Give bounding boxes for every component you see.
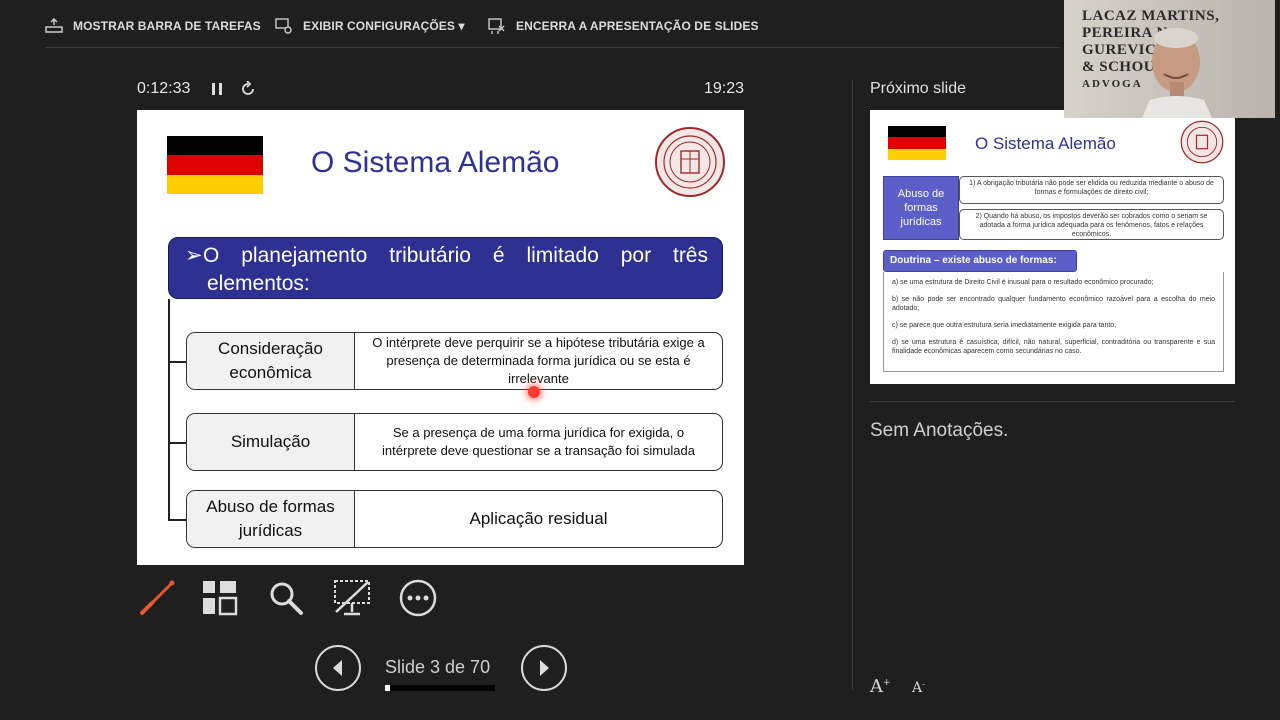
rule-box: 1) A obrigação tributária não pode ser e… xyxy=(959,176,1224,204)
doctrine-heading: Doutrina – existe abuso de formas: xyxy=(883,250,1077,272)
next-icon xyxy=(540,660,549,676)
presenter-toolbar: MOSTRAR BARRA DE TAREFAS EXIBIR CONFIGUR… xyxy=(0,0,1060,50)
notes-divider xyxy=(870,401,1235,402)
all-slides-icon xyxy=(203,581,238,616)
arrow-bullet-icon: ➢ xyxy=(185,244,203,267)
pause-icon[interactable] xyxy=(208,80,226,98)
next-slide-button[interactable] xyxy=(521,645,567,691)
connector-branch xyxy=(168,361,188,363)
clock-time: 19:23 xyxy=(703,80,744,97)
toolbar-divider xyxy=(45,47,1060,48)
pen-tool-button[interactable] xyxy=(137,578,177,618)
more-options-button[interactable] xyxy=(398,578,438,618)
presenter-image xyxy=(1142,28,1212,118)
element-description: O intérprete deve perquirir se a hipótes… xyxy=(372,335,705,386)
german-flag-image xyxy=(167,136,263,194)
abuse-label: Abuso de formas jurídicas xyxy=(883,176,959,240)
prev-icon xyxy=(333,660,342,676)
element-row: Abuso de formas jurídicas Aplicação resi… xyxy=(186,490,723,548)
pen-icon xyxy=(140,580,175,615)
doctrine-item: d) se uma estrutura é casuística, difíci… xyxy=(892,339,1215,355)
next-slide-preview[interactable]: O Sistema Alemão Abuso de formas jurídic… xyxy=(870,110,1235,384)
end-slideshow-icon xyxy=(488,18,505,34)
element-description: Aplicação residual xyxy=(469,509,608,528)
pane-divider xyxy=(852,80,853,690)
doctrine-item: a) se uma estrutura de Direito Civil é i… xyxy=(892,279,1154,286)
german-flag-image xyxy=(888,126,946,160)
connector-branch xyxy=(168,442,188,444)
element-label: Simulação xyxy=(187,414,355,470)
doctrine-item: b) se não pode ser encontrado qualquer f… xyxy=(892,296,1215,312)
rule-box: 2) Quando há abuso, os impostos deverão … xyxy=(959,209,1224,240)
show-taskbar-label: MOSTRAR BARRA DE TAREFAS xyxy=(73,19,261,33)
see-all-slides-button[interactable] xyxy=(200,578,240,618)
doctrine-item: c) se parece que outra estrutura seria i… xyxy=(892,322,1117,329)
previous-slide-button[interactable] xyxy=(315,645,361,691)
laser-pointer xyxy=(528,386,540,398)
font-increase-button[interactable]: A+ xyxy=(870,676,891,697)
connector-line xyxy=(168,299,170,521)
doctrine-list: a) se uma estrutura de Direito Civil é i… xyxy=(883,272,1224,372)
element-label: Abuso de formas jurídicas xyxy=(187,491,355,547)
element-row: Simulação Se a presença de uma forma jur… xyxy=(186,413,723,471)
font-decrease-icon: A- xyxy=(912,679,925,696)
end-slideshow-button[interactable]: ENCERRA A APRESENTAÇÃO DE SLIDES xyxy=(488,16,759,36)
banner-line-1: O planejamento tributário é limitado por… xyxy=(203,244,708,267)
display-settings-button[interactable]: EXIBIR CONFIGURAÇÕES ▾ xyxy=(275,16,465,36)
slide-counter: Slide 3 de 70 xyxy=(385,657,491,677)
university-seal-image xyxy=(655,127,725,197)
current-slide: O Sistema Alemão ➢O planejamento tributá… xyxy=(137,110,744,565)
reset-icon[interactable] xyxy=(240,81,256,97)
speaker-notes: Sem Anotações. xyxy=(870,420,1009,441)
next-slide-heading: Próximo slide xyxy=(870,80,967,97)
elapsed-timer: 0:12:33 xyxy=(137,80,191,97)
settings-icon xyxy=(275,18,292,34)
font-increase-icon: A+ xyxy=(870,676,891,697)
element-label: Consideração econômica xyxy=(187,333,355,389)
connector-branch xyxy=(168,519,188,521)
zoom-button[interactable] xyxy=(266,578,306,618)
slide-progress-bar xyxy=(385,685,495,691)
screen-icon xyxy=(334,580,370,616)
next-slide-title: O Sistema Alemão xyxy=(975,134,1116,153)
taskbar-icon xyxy=(45,18,63,33)
topic-banner: ➢O planejamento tributário é limitado po… xyxy=(168,237,723,299)
display-settings-label: EXIBIR CONFIGURAÇÕES ▾ xyxy=(303,19,465,33)
slide-title: O Sistema Alemão xyxy=(311,146,560,179)
black-screen-button[interactable] xyxy=(332,578,372,618)
font-decrease-button[interactable]: A- xyxy=(912,679,925,696)
more-icon xyxy=(399,579,437,617)
university-seal-image xyxy=(1180,120,1224,164)
show-taskbar-button[interactable]: MOSTRAR BARRA DE TAREFAS xyxy=(45,16,261,36)
banner-line-2: elementos: xyxy=(207,272,310,295)
webcam-video: LACAZ MARTINS, PEREIRA N GUREVIC & SCHOU… xyxy=(1064,0,1275,118)
slide-progress-fill xyxy=(385,685,390,691)
end-slideshow-label: ENCERRA A APRESENTAÇÃO DE SLIDES xyxy=(516,19,759,33)
zoom-icon xyxy=(270,582,303,615)
element-row: Consideração econômica O intérprete deve… xyxy=(186,332,723,390)
element-description: Se a presença de uma forma jurídica for … xyxy=(382,425,695,458)
